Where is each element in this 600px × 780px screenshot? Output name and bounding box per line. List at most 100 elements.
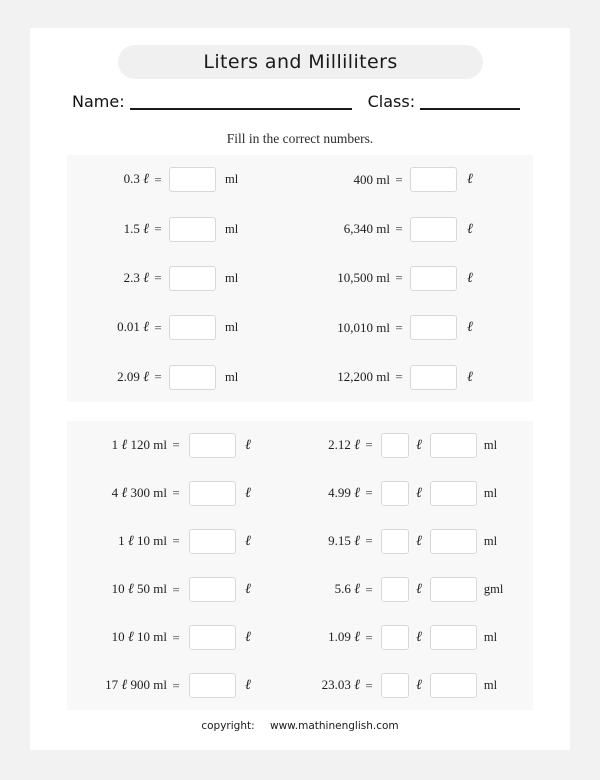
problem-question: 2.12 ℓ	[328, 436, 360, 453]
problem-question: 12,200 ml	[337, 369, 390, 385]
answer-unit: ℓ	[467, 171, 473, 188]
liter-symbol: ℓ	[416, 532, 422, 549]
answer-box-liters[interactable]	[381, 625, 409, 651]
problem-question: 1.5 ℓ	[123, 220, 149, 237]
answer-unit: ℓ	[245, 485, 251, 502]
answer-box-millis[interactable]	[429, 577, 477, 603]
answer-unit: ℓ	[245, 437, 251, 454]
problem-question: 2.3 ℓ	[123, 269, 149, 286]
liter-symbol: ℓ	[245, 677, 251, 694]
answer-box[interactable]	[410, 315, 457, 341]
answer-unit-liters: ℓ	[416, 533, 422, 550]
page-title: Liters and Milliliters	[203, 51, 398, 73]
equals-sign: =	[365, 533, 373, 549]
equals-sign: =	[154, 369, 162, 385]
liter-symbol: ℓ	[467, 220, 473, 237]
answer-box[interactable]	[410, 364, 457, 390]
answer-unit-liters: ℓ	[416, 677, 422, 694]
name-label: Name:	[72, 92, 125, 111]
answer-unit: ℓ	[467, 270, 473, 287]
liter-symbol: ℓ	[121, 677, 128, 694]
problem-question: 4.99 ℓ	[328, 484, 360, 501]
problem-question: 1 ℓ 10 ml	[118, 532, 167, 549]
problem-question: 10,500 ml	[337, 270, 390, 286]
answer-unit: ℓ	[245, 581, 251, 598]
problem-question: 1 ℓ 120 ml	[111, 436, 167, 453]
answer-box-millis[interactable]	[429, 432, 477, 458]
answer-box[interactable]	[169, 216, 216, 242]
answer-box-millis[interactable]	[429, 480, 477, 506]
answer-box[interactable]	[169, 167, 216, 193]
equals-sign: =	[154, 270, 162, 286]
answer-box-millis[interactable]	[429, 673, 477, 699]
problem-row: 2.12 ℓ = ℓ ml	[300, 430, 533, 460]
problem-row: 2.3 ℓ = ml	[67, 263, 300, 293]
equals-sign: =	[172, 629, 180, 645]
exercise-panel-2: 1 ℓ 120 ml = ℓ 4 ℓ 300 ml = ℓ 1 ℓ 10 ml = ℓ 10 ℓ …	[67, 421, 533, 710]
equals-sign: =	[172, 677, 180, 693]
equals-sign: =	[172, 437, 180, 453]
answer-unit: ℓ	[245, 533, 251, 550]
answer-box[interactable]	[169, 315, 216, 341]
answer-box[interactable]	[189, 480, 236, 506]
answer-box[interactable]	[410, 265, 457, 291]
exercise-panel-1: 0.3 ℓ = ml 1.5 ℓ = ml 2.3 ℓ = ml 0.01 ℓ = ml 2.09 ℓ =…	[67, 155, 533, 402]
problem-row: 1 ℓ 120 ml = ℓ	[67, 430, 300, 460]
answer-unit-liters: ℓ	[416, 437, 422, 454]
problem-question: 6,340 ml	[343, 221, 390, 237]
problem-row: 23.03 ℓ = ℓ ml	[300, 671, 533, 701]
equals-sign: =	[395, 221, 403, 237]
answer-box-liters[interactable]	[381, 480, 409, 506]
answer-box-liters[interactable]	[381, 528, 409, 554]
answer-box-liters[interactable]	[381, 577, 409, 603]
answer-box[interactable]	[189, 432, 236, 458]
problem-question: 5.6 ℓ	[334, 581, 360, 598]
footer-copyright: copyright: www.mathinenglish.com	[30, 720, 570, 732]
liter-symbol: ℓ	[245, 436, 251, 453]
answer-box-liters[interactable]	[381, 432, 409, 458]
answer-box-liters[interactable]	[381, 673, 409, 699]
liter-symbol: ℓ	[127, 581, 134, 598]
answer-unit-liters: ℓ	[416, 485, 422, 502]
answer-unit: ml	[225, 320, 239, 335]
problem-row: 10,010 ml = ℓ	[300, 313, 533, 343]
answer-box[interactable]	[410, 216, 457, 242]
liter-symbol: ℓ	[416, 436, 422, 453]
answer-box[interactable]	[189, 625, 236, 651]
answer-box[interactable]	[189, 577, 236, 603]
answer-unit: ℓ	[467, 319, 473, 336]
worksheet-title-banner: Liters and Milliliters	[118, 45, 483, 79]
answer-box-millis[interactable]	[429, 528, 477, 554]
problem-row: 0.3 ℓ = ml	[67, 165, 300, 195]
answer-box-millis[interactable]	[429, 625, 477, 651]
answer-box[interactable]	[410, 167, 457, 193]
copyright-label: copyright:	[201, 720, 255, 732]
answer-unit-millis: ml	[483, 678, 498, 693]
problem-row: 400 ml = ℓ	[300, 165, 533, 195]
exercise-panel-2-right-column: 2.12 ℓ = ℓ ml 4.99 ℓ = ℓ ml 9.15 ℓ = ℓ ml 5.6 ℓ = ℓ gml…	[300, 421, 533, 710]
name-input-rule[interactable]	[129, 93, 352, 110]
problem-question: 1.09 ℓ	[328, 629, 360, 646]
answer-box[interactable]	[189, 528, 236, 554]
equals-sign: =	[365, 437, 373, 453]
class-input-rule[interactable]	[420, 93, 521, 110]
equals-sign: =	[395, 171, 403, 187]
equals-sign: =	[172, 485, 180, 501]
problem-row: 10 ℓ 50 ml = ℓ	[67, 575, 300, 605]
answer-unit: ml	[225, 221, 239, 236]
problem-question: 2.09 ℓ	[117, 368, 149, 385]
problem-row: 4 ℓ 300 ml = ℓ	[67, 478, 300, 508]
equals-sign: =	[395, 369, 403, 385]
answer-box[interactable]	[169, 265, 216, 291]
liter-symbol: ℓ	[127, 532, 134, 549]
problem-question: 17 ℓ 900 ml	[105, 677, 167, 694]
equals-sign: =	[395, 319, 403, 335]
class-label: Class:	[367, 92, 416, 111]
liter-symbol: ℓ	[416, 677, 422, 694]
equals-sign: =	[154, 319, 162, 335]
answer-box[interactable]	[189, 673, 236, 699]
problem-row: 17 ℓ 900 ml = ℓ	[67, 671, 300, 701]
answer-box[interactable]	[169, 364, 216, 390]
exercise-panel-2-left-column: 1 ℓ 120 ml = ℓ 4 ℓ 300 ml = ℓ 1 ℓ 10 ml = ℓ 10 ℓ …	[67, 421, 300, 710]
answer-unit: ℓ	[245, 677, 251, 694]
